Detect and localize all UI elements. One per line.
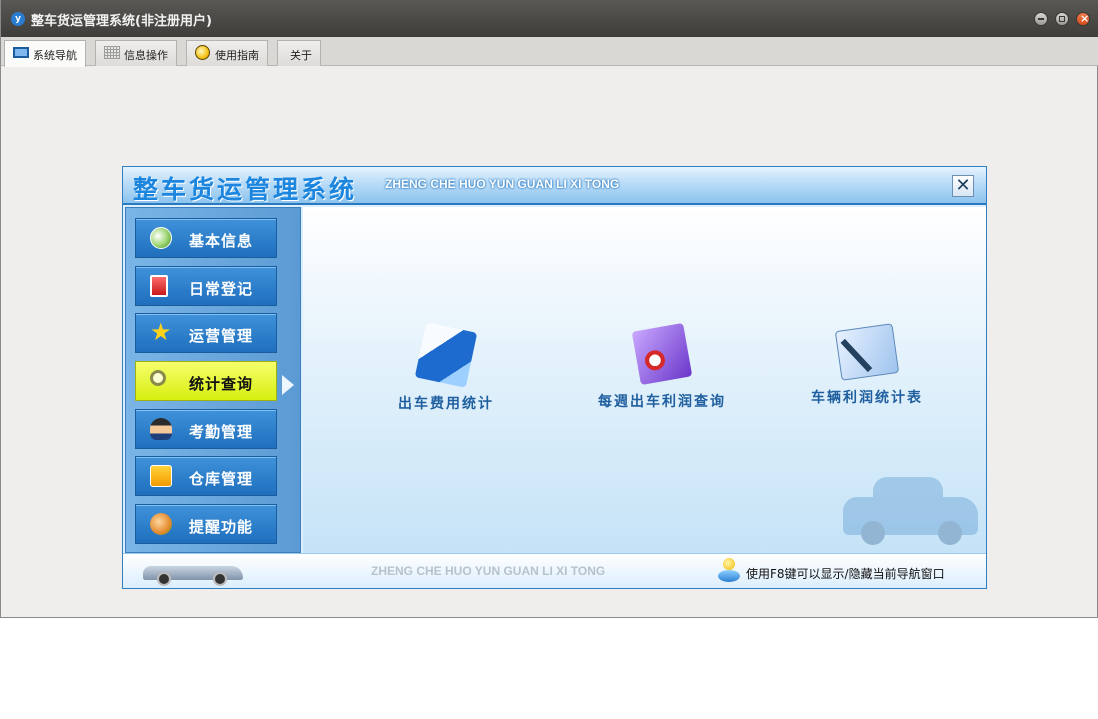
menu-item-label: 运营管理 <box>189 327 254 345</box>
rss-icon <box>150 465 172 487</box>
user-icon <box>150 418 172 440</box>
grid-icon <box>104 46 120 59</box>
statistics-sheet-icon <box>834 323 900 381</box>
nav-title: 整车货运管理系统 <box>133 175 358 204</box>
maximize-button[interactable] <box>1055 12 1069 26</box>
feature-vehicle-profit-table[interactable]: 车辆利润统计表 <box>811 323 923 407</box>
taxi-watermark-icon <box>843 475 978 545</box>
nav-sidebar: 基本信息 日常登记 ★ 运营管理 统计查询 考勤管理 仓库管理 提醒功能 <box>125 207 301 553</box>
minimize-button[interactable] <box>1034 12 1048 26</box>
menu-item-label: 提醒功能 <box>189 518 254 536</box>
menu-item-label: 统计查询 <box>189 375 254 393</box>
footer-text: ZHENG CHE HUO YUN GUAN LI XI TONG <box>371 564 606 578</box>
contacts-icon <box>150 227 172 249</box>
tab-info-operations[interactable]: 信息操作 <box>95 40 177 66</box>
nav-close-button[interactable]: ✕ <box>952 175 974 197</box>
users-icon <box>150 513 172 535</box>
window-title: 整车货运管理系统(非注册用户) <box>31 14 212 29</box>
app-window: y 整车货运管理系统(非注册用户) 系统导航 信息操作 使用指南 关于 整车货运… <box>0 0 1098 618</box>
report-icon <box>631 322 693 386</box>
feature-label: 每週出车利润查询 <box>598 394 726 410</box>
help-circle-icon <box>195 45 210 60</box>
active-pointer-icon <box>282 375 294 395</box>
menu-item-label: 基本信息 <box>189 232 254 250</box>
tab-system-navigation[interactable]: 系统导航 <box>4 40 86 67</box>
menu-item-statistics-query[interactable]: 统计查询 <box>135 361 277 401</box>
footer-hint: 使用F8键可以显示/隐藏当前导航窗口 <box>746 567 945 581</box>
menu-item-basic-info[interactable]: 基本信息 <box>135 218 277 258</box>
magnifier-icon <box>150 370 166 386</box>
tab-label: 信息操作 <box>124 49 168 62</box>
nav-footer: ZHENG CHE HUO YUN GUAN LI XI TONG 使用F8键可… <box>123 553 986 588</box>
monitor-icon <box>13 47 29 58</box>
menu-item-reminder[interactable]: 提醒功能 <box>135 504 277 544</box>
tab-label: 系统导航 <box>33 49 77 62</box>
menu-item-operations[interactable]: ★ 运营管理 <box>135 313 277 353</box>
navigation-panel: 整车货运管理系统 ZHENG CHE HUO YUN GUAN LI XI TO… <box>122 166 987 589</box>
nav-header: 整车货运管理系统 ZHENG CHE HUO YUN GUAN LI XI TO… <box>123 167 986 205</box>
feature-label: 出车费用统计 <box>398 396 494 412</box>
tab-label: 使用指南 <box>215 49 259 62</box>
window-close-button[interactable] <box>1076 12 1090 26</box>
feature-label: 车辆利润统计表 <box>811 390 923 406</box>
menu-item-daily-register[interactable]: 日常登记 <box>135 266 277 306</box>
feature-trip-cost-stats[interactable]: 出车费用统计 <box>398 322 494 413</box>
tip-user-icon <box>718 558 740 584</box>
menu-item-label: 日常登记 <box>189 280 254 298</box>
nav-subtitle: ZHENG CHE HUO YUN GUAN LI XI TONG <box>385 177 620 191</box>
menu-item-label: 仓库管理 <box>189 470 254 488</box>
feature-area: 出车费用统计 每週出车利润查询 车辆利润统计表 <box>303 207 986 553</box>
menu-item-warehouse[interactable]: 仓库管理 <box>135 456 277 496</box>
star-icon: ★ <box>150 318 173 346</box>
pen-document-icon <box>414 322 478 388</box>
tab-bar: 系统导航 信息操作 使用指南 关于 <box>1 37 1098 67</box>
feature-weekly-profit-query[interactable]: 每週出车利润查询 <box>598 322 726 411</box>
tab-about[interactable]: 关于 <box>277 40 321 66</box>
title-bar[interactable]: y 整车货运管理系统(非注册用户) <box>1 0 1098 37</box>
app-logo-icon: y <box>11 12 25 26</box>
menu-item-label: 考勤管理 <box>189 423 254 441</box>
menu-item-attendance[interactable]: 考勤管理 <box>135 409 277 449</box>
monitor-red-icon <box>150 275 168 297</box>
tab-label: 关于 <box>290 49 312 62</box>
tab-user-guide[interactable]: 使用指南 <box>186 40 268 66</box>
sports-car-icon <box>143 560 243 586</box>
